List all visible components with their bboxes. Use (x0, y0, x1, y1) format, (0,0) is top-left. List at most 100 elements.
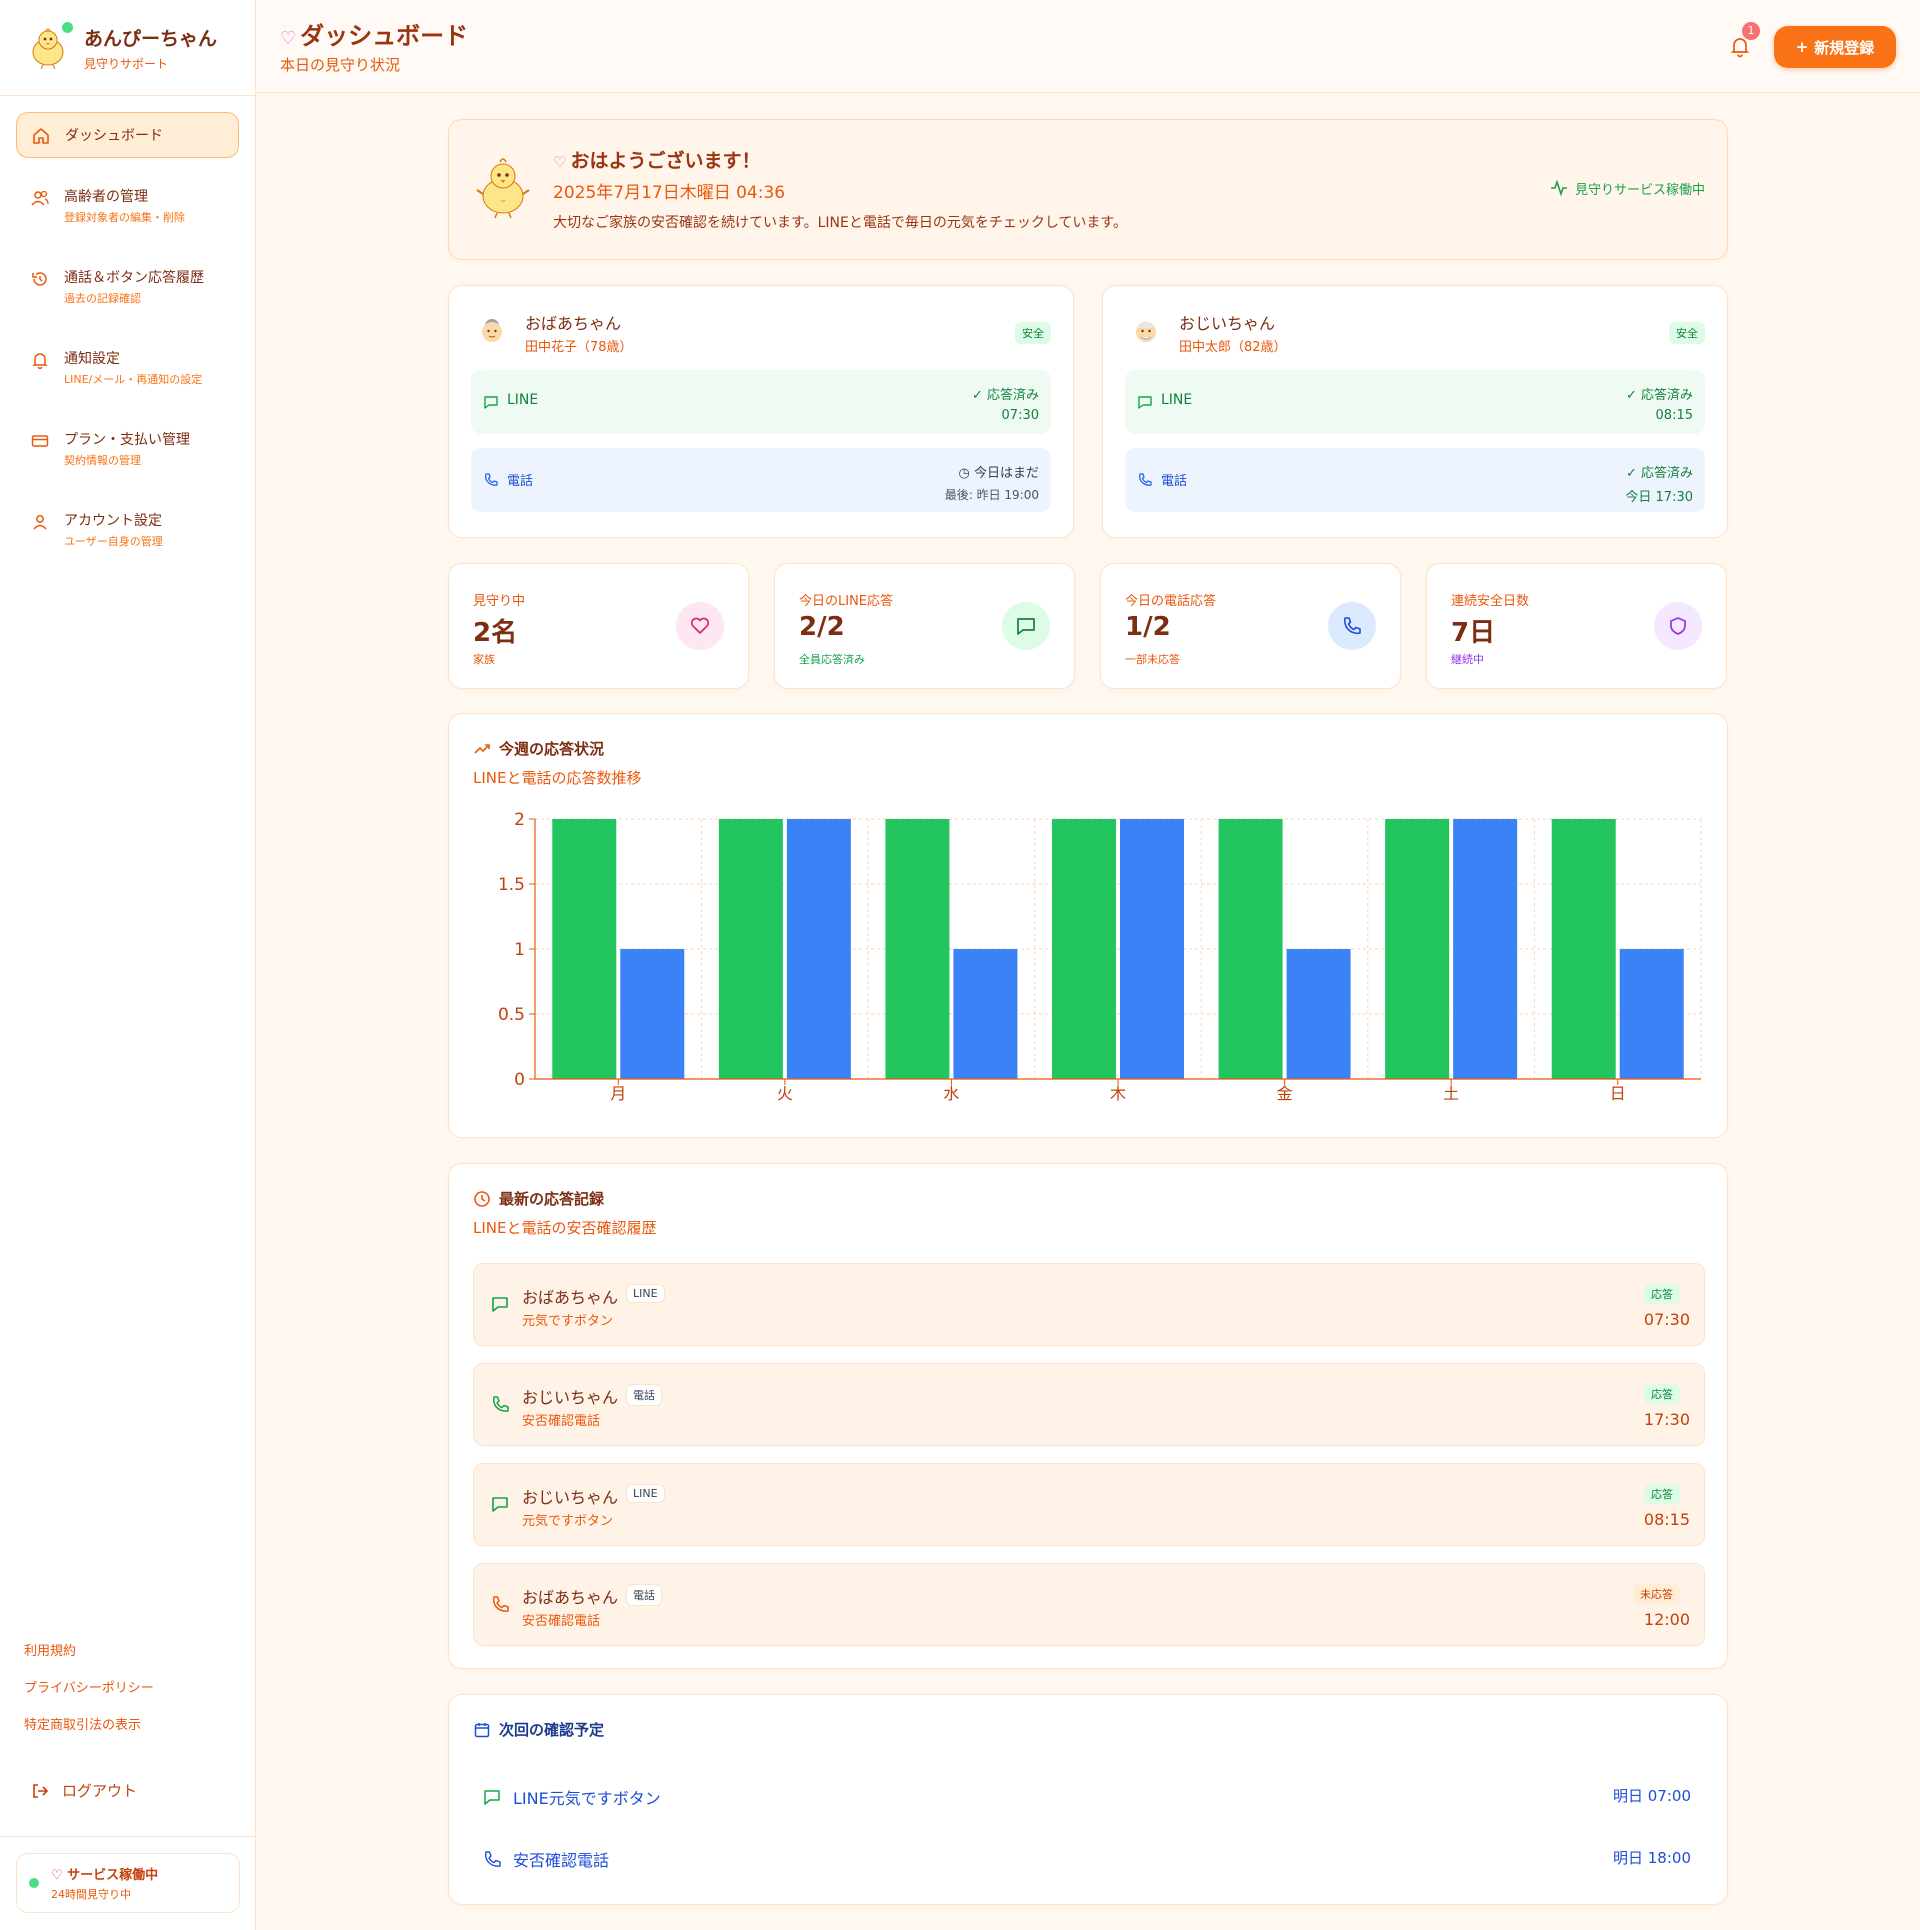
logout-button[interactable]: ログアウト (30, 1780, 137, 1801)
phone-icon (492, 1596, 509, 1612)
phone-status-text: 応答済み (1640, 466, 1693, 481)
person-card-grandma[interactable]: おばあちゃん 田中花子（78歳） 安全 LINE ✓ 応答済み 07:30 電話… (448, 285, 1074, 538)
sidebar-item-label: 通話＆ボタン応答履歴 (64, 270, 204, 286)
person-fullname: 田中花子（78歳） (525, 340, 633, 355)
record-name: おじいちゃん (522, 1388, 619, 1407)
sidebar-item-elderly[interactable]: 高齢者の管理 登録対象者の編集・削除 (16, 176, 239, 235)
line-status: ✓ 応答済み 07:30 (972, 384, 1039, 423)
phone-label: 電話 (1161, 474, 1188, 489)
record-channel-tag: LINE (626, 1284, 665, 1303)
footer-links: 利用規約 プライバシーポリシー 特定商取引法の表示 (24, 1640, 154, 1751)
sidebar-nav: ダッシュボード 高齢者の管理 登録対象者の編集・削除 通話＆ボタン応答履歴 過去の記… (0, 96, 255, 559)
stat-card-safe-days: 連続安全日数 7日 継続中 (1426, 563, 1727, 689)
x-tick-label: 水 (943, 1084, 959, 1103)
stat-value: 2/2 (799, 612, 845, 642)
person-card-grandpa[interactable]: おじいちゃん 田中太郎（82歳） 安全 LINE ✓ 応答済み 08:15 電話… (1102, 285, 1728, 538)
next-item-phone[interactable]: 安否確認電話 明日 18:00 (483, 1847, 1691, 1871)
bar-series-2-2 (953, 949, 1018, 1079)
service-status-area: ♡ サービス稼働中 24時間見守り中 (0, 1836, 256, 1929)
record-time: 17:30 (1643, 1410, 1690, 1429)
record-row[interactable]: おじいちゃん LINE 元気ですボタン 応答 08:15 (473, 1463, 1705, 1546)
bar-series-1-6 (1551, 819, 1616, 1079)
service-status-sub: 24時間見守り中 (51, 1888, 131, 1901)
heart-icon (676, 602, 724, 650)
bar-series-2-6 (1619, 949, 1684, 1079)
record-type: 元気ですボタン (522, 1314, 614, 1329)
stat-card-phone: 今日の電話応答 1/2 一部未応答 (1100, 563, 1401, 689)
line-status-text: 応答済み (1640, 388, 1693, 403)
phone-icon (1328, 602, 1376, 650)
person-name: おじいちゃん (1179, 314, 1276, 333)
next-item-label: LINE元気ですボタン (513, 1789, 661, 1808)
y-tick-label: 0.5 (498, 1005, 525, 1025)
logout-label: ログアウト (62, 1782, 138, 1800)
user-icon (33, 515, 47, 530)
stat-card-watching: 見守り中 2名 家族 (448, 563, 749, 689)
record-channel-tag: 電話 (626, 1384, 662, 1406)
records-title-text: 最新の応答記録 (499, 1190, 605, 1208)
check-circle-icon: ✓ (1625, 388, 1637, 403)
page-title: ♡ ダッシュボード (280, 16, 468, 51)
line-time: 08:15 (1655, 408, 1693, 423)
greeting-card: ♡ おはようございます！ 2025年7月17日木曜日 04:36 大切なご家族の安… (448, 119, 1728, 260)
bar-series-1-1 (718, 819, 783, 1079)
terms-link[interactable]: 利用規約 (24, 1640, 154, 1659)
sidebar-item-sub: 契約情報の管理 (64, 454, 141, 467)
bar-series-2-4 (1286, 949, 1351, 1079)
next-item-time: 明日 18:00 (1613, 1849, 1691, 1867)
check-circle-icon: ✓ (971, 388, 983, 403)
message-icon (492, 1497, 508, 1512)
phone-icon (485, 473, 498, 486)
stat-label: 見守り中 (473, 594, 526, 609)
phone-status: ◷ 今日はまだ 最後: 昨日 19:00 (945, 462, 1039, 503)
home-icon (33, 128, 49, 144)
record-row[interactable]: おばあちゃん LINE 元気ですボタン 応答 07:30 (473, 1263, 1705, 1346)
activity-icon (1550, 179, 1567, 197)
line-time: 07:30 (1001, 408, 1039, 423)
sidebar-item-label: ダッシュボード (65, 128, 163, 144)
record-type: 安否確認電話 (522, 1414, 601, 1429)
record-row[interactable]: おばあちゃん 電話 安否確認電話 未応答 12:00 (473, 1563, 1705, 1646)
commerce-law-link[interactable]: 特定商取引法の表示 (24, 1714, 154, 1733)
sidebar-item-history[interactable]: 通話＆ボタン応答履歴 過去の記録確認 (16, 257, 239, 316)
sidebar-item-sub: LINE/メール・再通知の設定 (64, 373, 203, 386)
y-tick-label: 0 (514, 1070, 525, 1090)
record-type: 元気ですボタン (522, 1514, 614, 1529)
stat-label: 今日のLINE応答 (799, 594, 894, 609)
line-status-text: 応答済み (986, 388, 1039, 403)
sidebar-item-account[interactable]: アカウント設定 ユーザー自身の管理 (16, 500, 239, 559)
weekly-chart-card: 今週の応答状況 LINEと電話の応答数推移 0 0.5 1 1.5 2 月火水木金土日 (448, 713, 1728, 1138)
brand[interactable]: あんぴーちゃん 見守りサポート (0, 0, 255, 96)
privacy-link[interactable]: プライバシーポリシー (24, 1677, 154, 1696)
next-schedule-title-text: 次回の確認予定 (499, 1721, 605, 1739)
record-channel-tag: LINE (626, 1484, 665, 1503)
next-schedule-card: 次回の確認予定 LINE元気ですボタン 明日 07:00 安否確認電話 明日 1… (448, 1694, 1728, 1905)
sidebar-item-notifications[interactable]: 通知設定 LINE/メール・再通知の設定 (16, 338, 239, 397)
next-item-line[interactable]: LINE元気ですボタン 明日 07:00 (483, 1785, 1691, 1809)
stat-value: 2名 (473, 618, 518, 648)
x-tick-label: 火 (777, 1084, 793, 1103)
greeting-title: ♡ おはようございます！ (553, 146, 760, 173)
record-row[interactable]: おじいちゃん 電話 安否確認電話 応答 17:30 (473, 1363, 1705, 1446)
sidebar-item-dashboard[interactable]: ダッシュボード (16, 112, 239, 158)
greeting-date: 2025年7月17日木曜日 04:36 (553, 183, 786, 203)
stat-value: 1/2 (1125, 612, 1171, 642)
sidebar-item-billing[interactable]: プラン・支払い管理 契約情報の管理 (16, 419, 239, 478)
phone-status-row: 電話 ✓ 応答済み 今日 17:30 (1125, 448, 1705, 512)
calendar-icon (474, 1722, 490, 1737)
record-status-badge: 未応答 (1633, 1584, 1680, 1604)
online-dot (62, 22, 73, 33)
record-status-badge: 応答 (1644, 1484, 1680, 1504)
record-name: おじいちゃん (522, 1488, 619, 1507)
greeting-title-text: おはようございます！ (570, 150, 761, 172)
clock-icon (474, 1190, 490, 1207)
heart-icon: ♡ (553, 153, 567, 171)
plus-icon: + (1795, 38, 1809, 56)
bar-series-1-2 (885, 819, 950, 1079)
line-label: LINE (507, 392, 539, 408)
x-tick-label: 木 (1110, 1084, 1126, 1103)
bar-series-2-3 (1120, 819, 1184, 1079)
new-register-button[interactable]: + 新規登録 (1774, 26, 1896, 68)
sidebar-item-label: 通知設定 (64, 351, 120, 367)
stat-sub: 一部未応答 (1125, 653, 1180, 666)
